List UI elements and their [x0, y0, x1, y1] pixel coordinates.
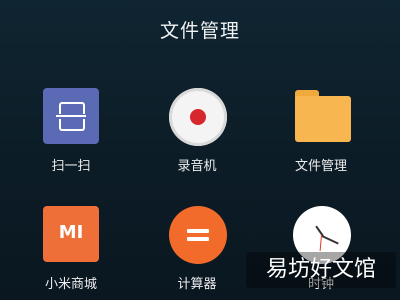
- scan-icon[interactable]: [43, 88, 99, 144]
- app-scanner[interactable]: 扫一扫: [16, 88, 126, 178]
- app-label: 小米商城: [44, 277, 97, 292]
- folder-screen: 文件管理 扫一扫 录音机 文件管理 MI 小米商城 计算器 时钟 易坊好文馆: [0, 0, 400, 300]
- app-file-manager[interactable]: 文件管理: [266, 88, 376, 178]
- app-label: 录音机: [177, 159, 217, 174]
- app-label: 文件管理: [294, 159, 347, 174]
- watermark: 易坊好文馆: [246, 252, 396, 288]
- mi-store-icon[interactable]: MI: [43, 206, 99, 262]
- mi-logo-text: MI: [58, 222, 84, 243]
- app-mi-store[interactable]: MI 小米商城: [16, 206, 126, 296]
- app-label: 计算器: [177, 277, 217, 292]
- folder-title[interactable]: 文件管理: [0, 16, 400, 43]
- recorder-icon[interactable]: [169, 88, 227, 146]
- app-calculator[interactable]: 计算器: [142, 206, 252, 296]
- calculator-icon[interactable]: [169, 206, 227, 264]
- folder-icon[interactable]: [293, 88, 351, 144]
- app-label: 扫一扫: [51, 159, 91, 174]
- app-recorder[interactable]: 录音机: [142, 88, 252, 178]
